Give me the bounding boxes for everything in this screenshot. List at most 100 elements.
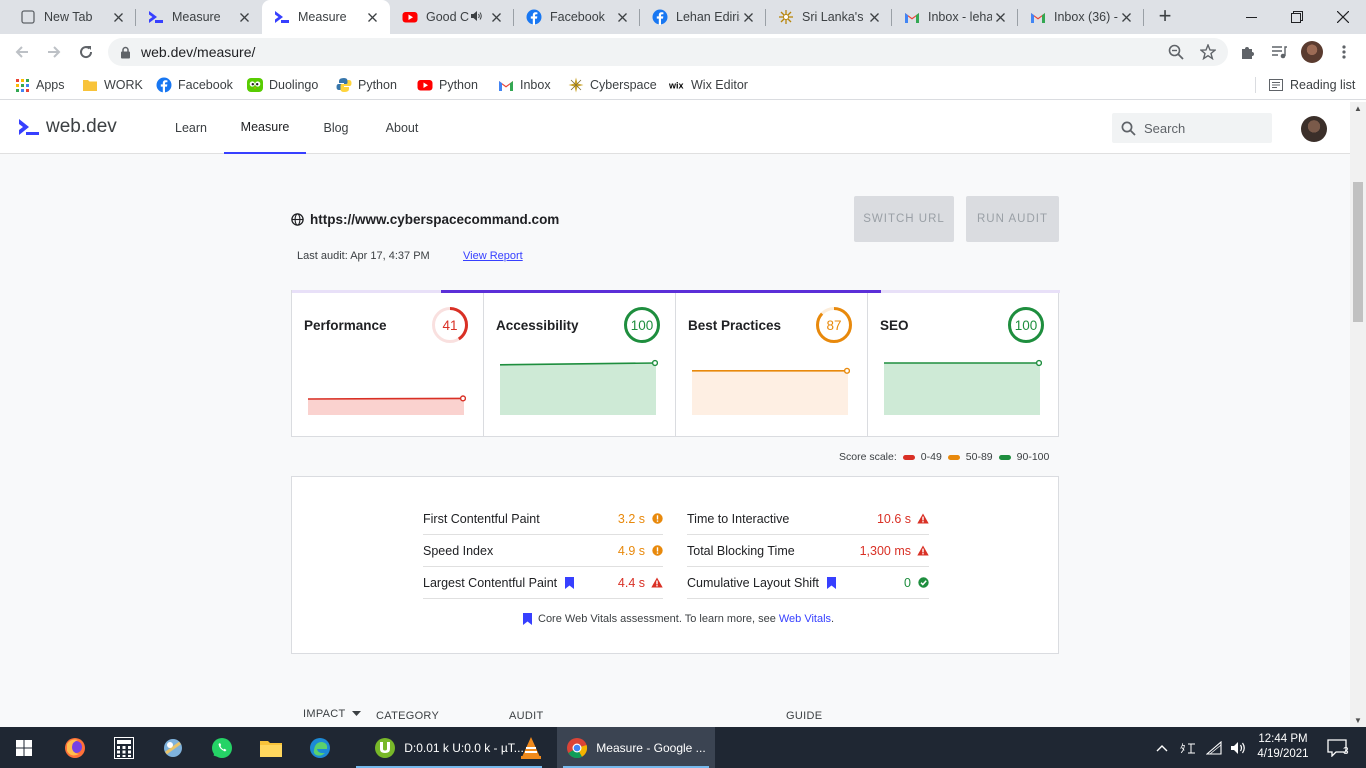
notification-center[interactable]: 3 xyxy=(1318,727,1356,768)
tab-close-icon[interactable] xyxy=(236,9,252,25)
impact-sort-header[interactable]: IMPACT xyxy=(303,708,361,720)
reload-button[interactable] xyxy=(74,40,98,64)
browser-tab[interactable]: Measure xyxy=(136,0,262,34)
score-cards: Performance 41 Accessibility 100 Best Pr… xyxy=(291,290,1060,437)
network-icon[interactable] xyxy=(1206,740,1222,755)
bookmark-item[interactable]: Facebook xyxy=(156,75,233,95)
close-window-button[interactable] xyxy=(1320,0,1366,34)
browser-toolbar: web.dev/measure/ xyxy=(0,34,1366,70)
score-scale-range: 50-89 xyxy=(965,451,993,463)
browser-tab[interactable]: Sri Lanka's xyxy=(766,0,892,34)
minimize-icon xyxy=(1245,16,1257,18)
taskbar-control-panel[interactable] xyxy=(150,727,196,768)
nav-about[interactable]: About xyxy=(376,102,428,154)
forward-button[interactable] xyxy=(42,40,66,64)
vlc-icon xyxy=(521,736,541,759)
tab-title: New Tab xyxy=(44,10,93,24)
chevron-up-icon[interactable] xyxy=(1156,744,1168,752)
tab-close-icon[interactable] xyxy=(488,9,504,25)
page-scrollbar[interactable]: ▲ ▼ xyxy=(1350,102,1366,727)
bookmark-item[interactable]: WORK xyxy=(82,75,143,95)
site-avatar[interactable] xyxy=(1301,116,1327,142)
puzzle-icon xyxy=(1242,47,1254,59)
site-search[interactable]: Search xyxy=(1112,113,1272,143)
start-button[interactable] xyxy=(0,727,48,768)
minimize-button[interactable] xyxy=(1228,0,1274,34)
score-value: 87 xyxy=(826,318,841,333)
score-card[interactable]: Performance 41 xyxy=(292,293,484,436)
taskbar-file-explorer[interactable] xyxy=(248,727,294,768)
browser-tab[interactable]: New Tab xyxy=(8,0,136,34)
metric-value: 1,300 ms xyxy=(859,543,911,558)
utorrent-icon xyxy=(375,737,396,758)
score-history-point xyxy=(1035,359,1042,367)
tab-title: Measure xyxy=(298,10,347,24)
switch-url-button[interactable]: SWITCH URL xyxy=(854,196,954,242)
bookmark-item[interactable]: wix Wix Editor xyxy=(669,75,748,95)
taskbar-firefox[interactable] xyxy=(52,727,98,768)
web-vitals-link[interactable]: Web Vitals xyxy=(779,613,831,625)
nav-blog[interactable]: Blog xyxy=(314,102,358,154)
address-bar[interactable]: web.dev/measure/ xyxy=(108,38,1228,66)
browser-tab[interactable]: Inbox - leha xyxy=(892,0,1018,34)
metric-status xyxy=(917,513,929,525)
bookmark-item[interactable]: Apps xyxy=(14,75,65,95)
nav-learn[interactable]: Learn xyxy=(166,102,216,154)
lock-icon[interactable] xyxy=(120,46,131,59)
tab-title: Lehan Ediris xyxy=(676,10,740,24)
scroll-up-icon[interactable]: ▲ xyxy=(1354,104,1362,113)
reading-list-button[interactable]: Reading list xyxy=(1268,75,1355,95)
run-audit-button[interactable]: RUN AUDIT xyxy=(966,196,1059,242)
webdev-logo[interactable]: web.dev xyxy=(18,116,117,138)
bookmark-item[interactable]: Python xyxy=(336,75,397,95)
tab-close-icon[interactable] xyxy=(992,9,1008,25)
taskbar-vlc[interactable] xyxy=(508,727,554,768)
taskbar-whatsapp[interactable] xyxy=(199,727,245,768)
tab-close-icon[interactable] xyxy=(1118,9,1134,25)
browser-tab[interactable]: Lehan Ediris xyxy=(640,0,766,34)
tab-close-icon[interactable] xyxy=(740,9,756,25)
tab-close-icon[interactable] xyxy=(614,9,630,25)
cwv-note-text: Core Web Vitals assessment. To learn mor… xyxy=(538,613,776,625)
browser-tab[interactable]: Good C xyxy=(390,0,514,34)
score-card[interactable]: SEO 100 xyxy=(868,293,1060,436)
nav-measure[interactable]: Measure xyxy=(224,102,306,154)
bookmark-item[interactable]: Inbox xyxy=(498,75,551,95)
chrome-menu-button[interactable] xyxy=(1334,42,1354,62)
tab-close-icon[interactable] xyxy=(110,9,126,25)
taskbar-calculator[interactable] xyxy=(101,727,147,768)
gmail-icon xyxy=(498,77,514,93)
restore-button[interactable] xyxy=(1274,0,1320,34)
back-button[interactable] xyxy=(10,40,34,64)
scroll-down-icon[interactable]: ▼ xyxy=(1354,716,1362,725)
new-tab-button[interactable]: + xyxy=(1153,5,1177,29)
score-card[interactable]: Accessibility 100 xyxy=(484,293,676,436)
taskbar-chrome[interactable]: Measure - Google ... xyxy=(557,727,715,768)
media-controls-button[interactable] xyxy=(1269,42,1289,62)
speaker-icon[interactable] xyxy=(471,10,482,24)
taskbar-edge[interactable] xyxy=(297,727,343,768)
browser-tab[interactable]: Facebook xyxy=(514,0,640,34)
extensions-button[interactable] xyxy=(1238,42,1258,62)
core-web-vitals-note: Core Web Vitals assessment. To learn mor… xyxy=(523,613,834,625)
bookmark-item[interactable]: Python xyxy=(417,75,478,95)
scrollbar-thumb[interactable] xyxy=(1353,182,1363,322)
bookmark-label: Duolingo xyxy=(269,78,319,92)
bookmark-star-button[interactable] xyxy=(1198,42,1218,62)
zoom-button[interactable] xyxy=(1166,42,1186,62)
tab-close-icon[interactable] xyxy=(866,9,882,25)
browser-tab[interactable]: Measure xyxy=(262,0,390,34)
cwv-note-end: . xyxy=(831,613,835,625)
view-report-link[interactable]: View Report xyxy=(463,250,523,262)
browser-tab[interactable]: Inbox (36) - xyxy=(1018,0,1144,34)
bookmark-item[interactable]: Cyberspace xyxy=(568,75,657,95)
metric-row: Time to Interactive 10.6 s xyxy=(687,503,929,535)
input-method-icon[interactable]: ﾀ xyxy=(1180,741,1196,755)
core-web-vital-bookmark-icon xyxy=(565,576,575,589)
profile-avatar[interactable] xyxy=(1301,41,1323,63)
system-clock[interactable]: 12:44 PM 4/19/2021 xyxy=(1253,732,1313,762)
score-card[interactable]: Best Practices 87 xyxy=(676,293,868,436)
tab-close-icon[interactable] xyxy=(364,9,380,25)
volume-icon[interactable] xyxy=(1230,741,1248,755)
bookmark-item[interactable]: Duolingo xyxy=(247,75,318,95)
